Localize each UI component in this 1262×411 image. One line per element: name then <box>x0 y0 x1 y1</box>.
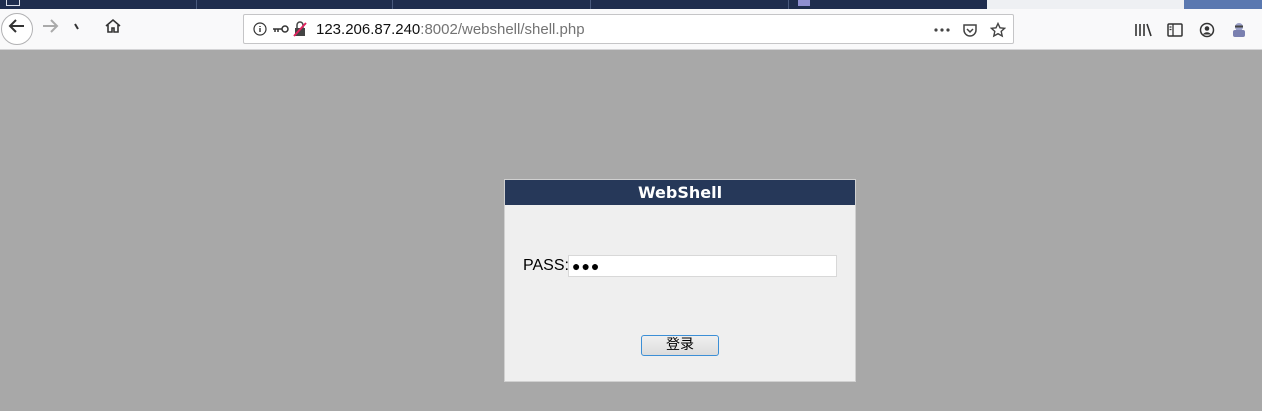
reload-icon <box>71 18 85 41</box>
url-text[interactable]: 123.206.87.240:8002/webshell/shell.php <box>316 21 585 38</box>
tab-page-icon <box>6 0 20 6</box>
tab-separator <box>590 0 591 9</box>
active-tab[interactable] <box>987 0 1262 21</box>
pocket-icon[interactable] <box>960 21 980 39</box>
login-button[interactable]: 登录 <box>641 335 719 356</box>
back-button[interactable] <box>1 13 33 45</box>
tab-separator <box>788 0 789 9</box>
insecure-lock-icon[interactable] <box>292 21 308 37</box>
star-icon[interactable] <box>988 21 1008 39</box>
navigation-toolbar: 123.206.87.240:8002/webshell/shell.php <box>0 9 1262 50</box>
account-icon[interactable] <box>1197 21 1217 39</box>
reload-button[interactable] <box>62 13 94 45</box>
tab-strip <box>0 0 1262 21</box>
tab-separator <box>392 0 393 9</box>
back-arrow-icon <box>8 17 26 41</box>
extension-icon[interactable] <box>1229 21 1249 39</box>
home-icon <box>104 17 122 41</box>
more-dots-icon[interactable] <box>932 21 952 39</box>
library-icon[interactable] <box>1133 21 1153 39</box>
url-path: :8002/webshell/shell.php <box>420 21 585 38</box>
home-button[interactable] <box>97 13 129 45</box>
password-field[interactable]: ●●● <box>568 255 837 277</box>
url-bar[interactable]: 123.206.87.240:8002/webshell/shell.php <box>243 14 1014 44</box>
info-icon[interactable] <box>252 21 268 37</box>
login-dialog: WebShell PASS: ●●● 登录 <box>504 179 856 382</box>
key-icon[interactable] <box>270 21 290 37</box>
sidebar-icon[interactable] <box>1165 21 1185 39</box>
tab-separator <box>196 0 197 9</box>
forward-arrow-icon <box>41 17 59 41</box>
tab-favicon-icon <box>798 0 810 6</box>
url-host: 123.206.87.240 <box>316 21 421 38</box>
dialog-title: WebShell <box>505 180 855 205</box>
tab-accent <box>1184 0 1262 9</box>
pass-label: PASS: <box>523 257 569 274</box>
